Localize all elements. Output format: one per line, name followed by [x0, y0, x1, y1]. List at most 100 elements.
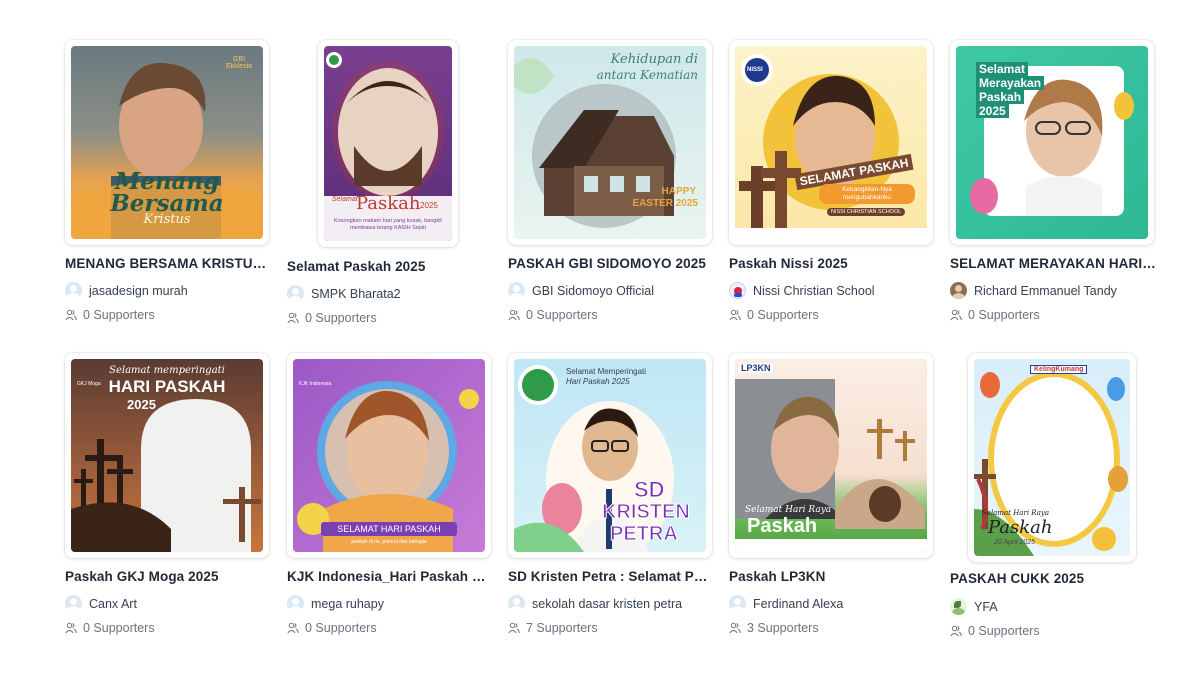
school-logo-avatar-icon: [729, 282, 746, 299]
user-avatar-icon: [729, 595, 746, 612]
thumbnail-text: Kehidupan di: [610, 52, 698, 67]
campaign-card[interactable]: LP3KN Selamat Hari Raya Paskah Paskah LP…: [729, 353, 935, 653]
author-name: Nissi Christian School: [753, 283, 875, 298]
campaign-author[interactable]: Richard Emmanuel Tandy: [950, 282, 1117, 299]
campaign-author[interactable]: Canx Art: [65, 595, 137, 612]
users-icon: [508, 622, 520, 634]
campaign-grid: Menang Bersama Kristus GBI Ekklesia MENA…: [0, 0, 1200, 675]
campaign-author[interactable]: Ferdinand Alexa: [729, 595, 843, 612]
campaign-title[interactable]: PASKAH CUKK 2025: [950, 571, 1156, 586]
supporters-count: 0 Supporters: [950, 308, 1040, 322]
author-name: Richard Emmanuel Tandy: [974, 283, 1117, 298]
supporters-count: 0 Supporters: [65, 621, 155, 635]
campaign-card[interactable]: KJK Indonesia SELAMAT HARI PASKAH paskah…: [287, 353, 493, 653]
thumbnail-text: PETRA: [610, 523, 679, 546]
thumbnail-logo: KJK Indonesia: [299, 381, 332, 387]
campaign-author[interactable]: SMPK Bharata2: [287, 285, 401, 302]
thumbnail-text: Selamat Hari Raya: [982, 509, 1050, 517]
campaign-author[interactable]: mega ruhapy: [287, 595, 384, 612]
thumbnail-text: Hari Paskah 2025: [566, 377, 630, 386]
users-icon: [950, 625, 962, 637]
campaign-thumbnail[interactable]: KelingKumang Selamat Hari Raya Paskah 20…: [968, 353, 1136, 562]
users-icon: [65, 622, 77, 634]
thumbnail-text: 2025: [976, 104, 1009, 118]
supporters-count: 0 Supporters: [287, 311, 377, 325]
campaign-title[interactable]: Paskah GKJ Moga 2025: [65, 569, 271, 584]
thumbnail-text: Kebangkitan-Nya mengubahkanku: [819, 184, 915, 204]
thumbnail-text: HARI PASKAH: [108, 377, 226, 396]
campaign-thumbnail[interactable]: Selamat Merayakan Paskah 2025: [950, 40, 1154, 245]
author-name: SMPK Bharata2: [311, 286, 401, 301]
supporters-count: 0 Supporters: [729, 308, 819, 322]
campaign-author[interactable]: GBI Sidomoyo Official: [508, 282, 654, 299]
thumbnail-logo: LP3KN: [739, 363, 773, 373]
campaign-thumbnail[interactable]: Kehidupan di antara Kematian HAPPY EASTE…: [508, 40, 712, 245]
campaign-title[interactable]: Paskah Nissi 2025: [729, 256, 935, 271]
campaign-author[interactable]: sekolah dasar kristen petra: [508, 595, 682, 612]
campaign-thumbnail[interactable]: NISSI SELAMAT PASKAH Kebangkitan-Nya men…: [729, 40, 933, 245]
campaign-card[interactable]: Selamat Merayakan Paskah 2025 SELAMAT ME…: [950, 40, 1156, 340]
thumbnail-text: Paskah: [747, 515, 818, 537]
campaign-card[interactable]: GKJ Moga Selamat memperingati HARI PASKA…: [65, 353, 271, 653]
supporters-count: 3 Supporters: [729, 621, 819, 635]
supporters-count: 7 Supporters: [508, 621, 598, 635]
thumbnail-text: Selamat: [332, 196, 358, 203]
campaign-thumbnail[interactable]: Menang Bersama Kristus GBI Ekklesia: [65, 40, 269, 245]
campaign-title[interactable]: SD Kristen Petra : Selamat Pas...: [508, 569, 714, 584]
user-avatar-icon: [287, 285, 304, 302]
campaign-author[interactable]: jasadesign murah: [65, 282, 188, 299]
supporters-count: 0 Supporters: [65, 308, 155, 322]
campaign-thumbnail[interactable]: KJK Indonesia SELAMAT HARI PASKAH paskah…: [287, 353, 491, 558]
thumbnail-logo: NISSI: [747, 67, 763, 73]
thumbnail-text: Paskah: [988, 517, 1053, 538]
campaign-title[interactable]: MENANG BERSAMA KRISTUS (P...: [65, 256, 271, 271]
plant-avatar-icon: [950, 598, 967, 615]
campaign-title[interactable]: SELAMAT MERAYAKAN HARI PA...: [950, 256, 1156, 271]
campaign-card[interactable]: Selamat Memperingati Hari Paskah 2025 SD…: [508, 353, 714, 653]
campaign-title[interactable]: Paskah LP3KN: [729, 569, 935, 584]
campaign-author[interactable]: Nissi Christian School: [729, 282, 875, 299]
author-name: YFA: [974, 599, 998, 614]
supporters-label: 0 Supporters: [747, 308, 819, 322]
user-photo-avatar-icon: [950, 282, 967, 299]
supporters-label: 0 Supporters: [83, 621, 155, 635]
supporters-label: 0 Supporters: [526, 308, 598, 322]
thumbnail-text: Paskah: [356, 193, 421, 214]
thumbnail-text: 2025: [127, 397, 156, 412]
campaign-title[interactable]: KJK Indonesia_Hari Paskah 20...: [287, 569, 493, 584]
thumbnail-text: 2025: [420, 201, 438, 210]
campaign-card[interactable]: Menang Bersama Kristus GBI Ekklesia MENA…: [65, 40, 271, 340]
thumbnail-text: paskah di rie, pamrul dan bahagia: [351, 539, 427, 545]
author-name: GBI Sidomoyo Official: [532, 283, 655, 298]
users-icon: [729, 309, 741, 321]
campaign-author[interactable]: YFA: [950, 598, 998, 615]
thumbnail-text: Paskah: [976, 90, 1025, 104]
thumbnail-text: SD: [634, 477, 666, 503]
thumbnail-text: NISSI CHRISTIAN SCHOOL: [827, 208, 906, 216]
supporters-label: 7 Supporters: [526, 621, 598, 635]
users-icon: [287, 622, 299, 634]
campaign-title[interactable]: PASKAH GBI SIDOMOYO 2025: [508, 256, 714, 271]
thumbnail-text: KRISTEN: [602, 501, 691, 524]
campaign-title[interactable]: Selamat Paskah 2025: [287, 259, 493, 274]
campaign-thumbnail[interactable]: LP3KN Selamat Hari Raya Paskah: [729, 353, 933, 558]
campaign-thumbnail[interactable]: Selamat Memperingati Hari Paskah 2025 SD…: [508, 353, 712, 558]
thumbnail-text: SELAMAT HARI PASKAH: [321, 522, 457, 536]
campaign-card[interactable]: KelingKumang Selamat Hari Raya Paskah 20…: [950, 353, 1156, 653]
campaign-thumbnail[interactable]: GKJ Moga Selamat memperingati HARI PASKA…: [65, 353, 269, 558]
campaign-thumbnail[interactable]: Selamat Paskah 2025 Kosongkan makam hari…: [318, 40, 458, 247]
campaign-card[interactable]: NISSI SELAMAT PASKAH Kebangkitan-Nya men…: [729, 40, 935, 340]
thumbnail-text: Selamat Memperingati: [566, 367, 647, 376]
thumbnail-text: Merayakan: [976, 76, 1045, 90]
campaign-card[interactable]: Kehidupan di antara Kematian HAPPY EASTE…: [508, 40, 714, 340]
users-icon: [729, 622, 741, 634]
author-name: Canx Art: [89, 596, 137, 611]
user-avatar-icon: [287, 595, 304, 612]
thumbnail-text: Kristus: [143, 212, 191, 227]
supporters-label: 0 Supporters: [968, 308, 1040, 322]
thumbnail-text: EASTER 2025: [632, 198, 698, 209]
supporters-label: 3 Supporters: [747, 621, 819, 635]
supporters-label: 0 Supporters: [83, 308, 155, 322]
author-name: jasadesign murah: [89, 283, 188, 298]
campaign-card[interactable]: Selamat Paskah 2025 Kosongkan makam hari…: [287, 40, 493, 340]
